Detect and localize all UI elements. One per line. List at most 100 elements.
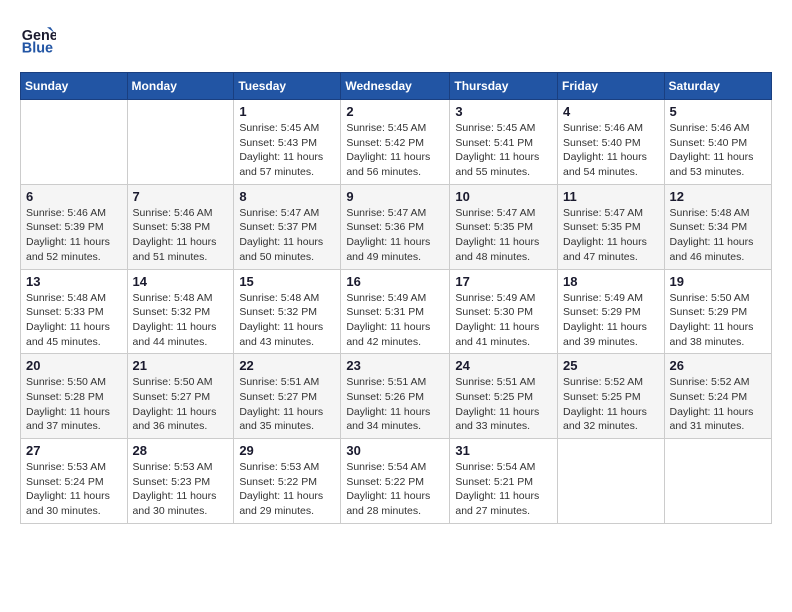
- day-info: Sunrise: 5:47 AM Sunset: 5:36 PM Dayligh…: [346, 206, 444, 265]
- calendar-cell: 30 Sunrise: 5:54 AM Sunset: 5:22 PM Dayli…: [341, 439, 450, 524]
- day-number: 17: [455, 274, 552, 289]
- day-info: Sunrise: 5:52 AM Sunset: 5:25 PM Dayligh…: [563, 375, 659, 434]
- calendar-cell: 5 Sunrise: 5:46 AM Sunset: 5:40 PM Daylig…: [664, 100, 771, 185]
- day-info: Sunrise: 5:46 AM Sunset: 5:40 PM Dayligh…: [563, 121, 659, 180]
- calendar-cell: 29Sunrise: 5:53 AM Sunset: 5:22 PM Dayli…: [234, 439, 341, 524]
- day-info: Sunrise: 5:47 AM Sunset: 5:35 PM Dayligh…: [563, 206, 659, 265]
- day-info: Sunrise: 5:50 AM Sunset: 5:28 PM Dayligh…: [26, 375, 122, 434]
- calendar-cell: 13Sunrise: 5:48 AM Sunset: 5:33 PM Dayli…: [21, 269, 128, 354]
- day-number: 13: [26, 274, 122, 289]
- day-number: 10: [455, 189, 552, 204]
- day-info: Sunrise: 5:51 AM Sunset: 5:25 PM Dayligh…: [455, 375, 552, 434]
- header-monday: Monday: [127, 73, 234, 100]
- week-row-5: 27 Sunrise: 5:53 AM Sunset: 5:24 PM Dayli…: [21, 439, 772, 524]
- day-info: Sunrise: 5:47 AM Sunset: 5:37 PM Dayligh…: [239, 206, 335, 265]
- calendar-cell: 8 Sunrise: 5:47 AM Sunset: 5:37 PM Daylig…: [234, 184, 341, 269]
- calendar-cell: 6 Sunrise: 5:46 AM Sunset: 5:39 PM Daylig…: [21, 184, 128, 269]
- calendar-cell: 28 Sunrise: 5:53 AM Sunset: 5:23 PM Dayli…: [127, 439, 234, 524]
- header-thursday: Thursday: [450, 73, 558, 100]
- day-number: 2: [346, 104, 444, 119]
- day-number: 24: [455, 358, 552, 373]
- calendar-cell: 12 Sunrise: 5:48 AM Sunset: 5:34 PM Dayli…: [664, 184, 771, 269]
- day-number: 11: [563, 189, 659, 204]
- day-info: Sunrise: 5:46 AM Sunset: 5:40 PM Dayligh…: [670, 121, 766, 180]
- svg-text:Blue: Blue: [22, 40, 53, 56]
- calendar-cell: [21, 100, 128, 185]
- logo-icon: General Blue: [20, 20, 56, 56]
- day-number: 25: [563, 358, 659, 373]
- day-info: Sunrise: 5:52 AM Sunset: 5:24 PM Dayligh…: [670, 375, 766, 434]
- day-info: Sunrise: 5:48 AM Sunset: 5:32 PM Dayligh…: [133, 291, 229, 350]
- calendar-cell: 9 Sunrise: 5:47 AM Sunset: 5:36 PM Daylig…: [341, 184, 450, 269]
- calendar-cell: 25 Sunrise: 5:52 AM Sunset: 5:25 PM Dayli…: [558, 354, 665, 439]
- calendar-cell: [127, 100, 234, 185]
- week-row-3: 13Sunrise: 5:48 AM Sunset: 5:33 PM Dayli…: [21, 269, 772, 354]
- calendar-cell: 10Sunrise: 5:47 AM Sunset: 5:35 PM Dayli…: [450, 184, 558, 269]
- day-number: 30: [346, 443, 444, 458]
- day-info: Sunrise: 5:50 AM Sunset: 5:27 PM Dayligh…: [133, 375, 229, 434]
- day-info: Sunrise: 5:54 AM Sunset: 5:21 PM Dayligh…: [455, 460, 552, 519]
- calendar-cell: 2 Sunrise: 5:45 AM Sunset: 5:42 PM Daylig…: [341, 100, 450, 185]
- header-wednesday: Wednesday: [341, 73, 450, 100]
- calendar-cell: 22Sunrise: 5:51 AM Sunset: 5:27 PM Dayli…: [234, 354, 341, 439]
- day-number: 9: [346, 189, 444, 204]
- calendar-cell: [664, 439, 771, 524]
- calendar-cell: 14 Sunrise: 5:48 AM Sunset: 5:32 PM Dayli…: [127, 269, 234, 354]
- day-number: 27: [26, 443, 122, 458]
- calendar-cell: 23 Sunrise: 5:51 AM Sunset: 5:26 PM Dayli…: [341, 354, 450, 439]
- day-number: 14: [133, 274, 229, 289]
- day-info: Sunrise: 5:48 AM Sunset: 5:32 PM Dayligh…: [239, 291, 335, 350]
- week-row-2: 6 Sunrise: 5:46 AM Sunset: 5:39 PM Daylig…: [21, 184, 772, 269]
- day-info: Sunrise: 5:48 AM Sunset: 5:34 PM Dayligh…: [670, 206, 766, 265]
- calendar-cell: 1 Sunrise: 5:45 AM Sunset: 5:43 PM Daylig…: [234, 100, 341, 185]
- day-info: Sunrise: 5:49 AM Sunset: 5:30 PM Dayligh…: [455, 291, 552, 350]
- calendar-cell: 18 Sunrise: 5:49 AM Sunset: 5:29 PM Dayli…: [558, 269, 665, 354]
- calendar-cell: 27 Sunrise: 5:53 AM Sunset: 5:24 PM Dayli…: [21, 439, 128, 524]
- day-info: Sunrise: 5:46 AM Sunset: 5:38 PM Dayligh…: [133, 206, 229, 265]
- calendar-cell: 16Sunrise: 5:49 AM Sunset: 5:31 PM Dayli…: [341, 269, 450, 354]
- week-row-4: 20 Sunrise: 5:50 AM Sunset: 5:28 PM Dayli…: [21, 354, 772, 439]
- day-number: 12: [670, 189, 766, 204]
- day-info: Sunrise: 5:49 AM Sunset: 5:29 PM Dayligh…: [563, 291, 659, 350]
- day-number: 5: [670, 104, 766, 119]
- header-saturday: Saturday: [664, 73, 771, 100]
- calendar-cell: 3 Sunrise: 5:45 AM Sunset: 5:41 PM Daylig…: [450, 100, 558, 185]
- day-info: Sunrise: 5:51 AM Sunset: 5:27 PM Dayligh…: [239, 375, 335, 434]
- day-number: 28: [133, 443, 229, 458]
- logo: General Blue: [20, 20, 60, 56]
- day-info: Sunrise: 5:45 AM Sunset: 5:42 PM Dayligh…: [346, 121, 444, 180]
- day-number: 3: [455, 104, 552, 119]
- day-info: Sunrise: 5:54 AM Sunset: 5:22 PM Dayligh…: [346, 460, 444, 519]
- day-number: 23: [346, 358, 444, 373]
- day-info: Sunrise: 5:45 AM Sunset: 5:41 PM Dayligh…: [455, 121, 552, 180]
- calendar-cell: 24 Sunrise: 5:51 AM Sunset: 5:25 PM Dayli…: [450, 354, 558, 439]
- calendar-cell: 4 Sunrise: 5:46 AM Sunset: 5:40 PM Daylig…: [558, 100, 665, 185]
- day-number: 8: [239, 189, 335, 204]
- calendar-cell: [558, 439, 665, 524]
- day-number: 19: [670, 274, 766, 289]
- day-number: 4: [563, 104, 659, 119]
- day-info: Sunrise: 5:53 AM Sunset: 5:24 PM Dayligh…: [26, 460, 122, 519]
- day-info: Sunrise: 5:53 AM Sunset: 5:22 PM Dayligh…: [239, 460, 335, 519]
- calendar-cell: 17 Sunrise: 5:49 AM Sunset: 5:30 PM Dayli…: [450, 269, 558, 354]
- day-number: 21: [133, 358, 229, 373]
- day-number: 6: [26, 189, 122, 204]
- day-number: 15: [239, 274, 335, 289]
- day-info: Sunrise: 5:53 AM Sunset: 5:23 PM Dayligh…: [133, 460, 229, 519]
- day-number: 18: [563, 274, 659, 289]
- day-info: Sunrise: 5:45 AM Sunset: 5:43 PM Dayligh…: [239, 121, 335, 180]
- header-sunday: Sunday: [21, 73, 128, 100]
- day-number: 20: [26, 358, 122, 373]
- day-number: 7: [133, 189, 229, 204]
- day-info: Sunrise: 5:46 AM Sunset: 5:39 PM Dayligh…: [26, 206, 122, 265]
- header-tuesday: Tuesday: [234, 73, 341, 100]
- day-number: 26: [670, 358, 766, 373]
- calendar-cell: 20 Sunrise: 5:50 AM Sunset: 5:28 PM Dayli…: [21, 354, 128, 439]
- calendar-cell: 31Sunrise: 5:54 AM Sunset: 5:21 PM Dayli…: [450, 439, 558, 524]
- day-info: Sunrise: 5:49 AM Sunset: 5:31 PM Dayligh…: [346, 291, 444, 350]
- day-number: 1: [239, 104, 335, 119]
- day-info: Sunrise: 5:51 AM Sunset: 5:26 PM Dayligh…: [346, 375, 444, 434]
- page-header: General Blue: [20, 20, 772, 56]
- calendar-cell: 21 Sunrise: 5:50 AM Sunset: 5:27 PM Dayli…: [127, 354, 234, 439]
- calendar-cell: 19Sunrise: 5:50 AM Sunset: 5:29 PM Dayli…: [664, 269, 771, 354]
